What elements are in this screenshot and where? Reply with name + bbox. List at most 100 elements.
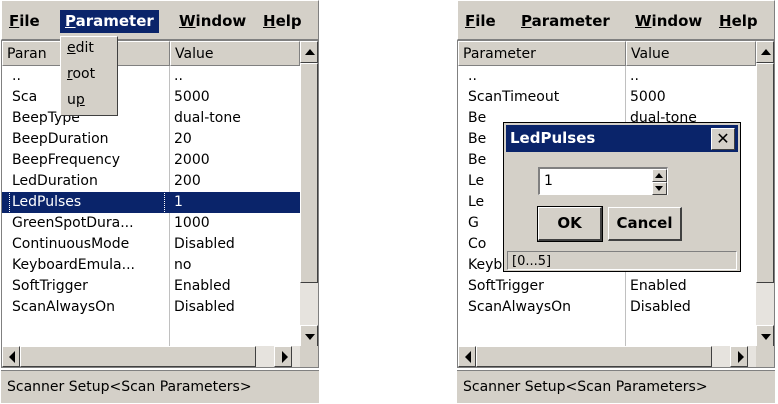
- scroll-right-button[interactable]: [730, 346, 748, 367]
- hscroll-thumb[interactable]: [20, 346, 256, 367]
- table-row[interactable]: LedDuration 200: [2, 171, 300, 192]
- parameter-list[interactable]: Paran Value .... Sca 5000 BeepType dual-to…: [1, 40, 319, 368]
- spin-down-button[interactable]: [652, 182, 667, 195]
- table-row[interactable]: Sca 5000: [2, 87, 300, 108]
- table-row[interactable]: BeepFrequency 2000: [2, 150, 300, 171]
- row-parameter: ..: [468, 68, 477, 84]
- table-row[interactable]: ScanAlwaysOn Disabled: [2, 297, 300, 318]
- row-parameter: SoftTrigger: [468, 278, 544, 294]
- table-row-selected[interactable]: LedPulses 1: [2, 191, 300, 214]
- vertical-scrollbar[interactable]: [300, 41, 318, 347]
- arrow-left-icon: [9, 351, 15, 363]
- table-row[interactable]: ScanAlwaysOn Disabled: [458, 297, 756, 318]
- table-row[interactable]: ScanTimeout 5000: [458, 87, 756, 108]
- table-row[interactable]: KeyboardEmula... no: [2, 255, 300, 276]
- arrow-up-icon: [305, 49, 315, 55]
- cancel-button-label: Cancel: [616, 214, 673, 232]
- row-parameter: LedDuration: [12, 173, 98, 189]
- spin-up-button[interactable]: [652, 169, 667, 182]
- menu-parameter-label: Parameter: [521, 12, 610, 30]
- menu-window[interactable]: Window: [630, 10, 707, 33]
- scroll-thumb[interactable]: [756, 63, 774, 283]
- table-row[interactable]: ContinuousMode Disabled: [2, 234, 300, 255]
- menu-parameter[interactable]: Parameter: [60, 10, 159, 33]
- menu-file-label: File: [9, 12, 40, 30]
- row-value: dual-tone: [174, 110, 241, 126]
- status-text: Scanner Setup<Scan Parameters>: [7, 379, 252, 395]
- row-parameter: SoftTrigger: [12, 278, 88, 294]
- scroll-thumb[interactable]: [300, 63, 318, 283]
- scroll-right-button[interactable]: [274, 346, 292, 367]
- menu-item-edit[interactable]: edit: [67, 37, 94, 59]
- menu-file[interactable]: File: [460, 10, 501, 33]
- scroll-down-button[interactable]: [300, 325, 318, 347]
- row-value: Enabled: [630, 278, 687, 294]
- row-parameter: BeepFrequency: [12, 152, 121, 168]
- close-button[interactable]: ✕: [711, 128, 735, 150]
- parameter-dropdown-menu: edit root up: [60, 36, 118, 116]
- menu-parameter[interactable]: Parameter: [516, 10, 615, 33]
- menu-item-up[interactable]: up: [67, 89, 85, 111]
- column-header-parameter-label: Parameter: [463, 46, 536, 62]
- menu-item-up-label: up: [67, 92, 85, 108]
- cancel-button[interactable]: Cancel: [608, 207, 682, 241]
- column-header-value[interactable]: Value: [170, 41, 300, 66]
- row-value: 2000: [174, 152, 210, 168]
- scroll-down-button[interactable]: [756, 325, 774, 347]
- row-value: 5000: [630, 89, 666, 105]
- row-value: Disabled: [174, 236, 235, 252]
- menu-item-root-label: root: [67, 66, 96, 82]
- horizontal-scrollbar[interactable]: [458, 346, 756, 367]
- screen-menu-open: File Parameter Window Help Paran Value .…: [0, 0, 320, 403]
- row-value: 1000: [174, 215, 210, 231]
- row-parameter: ContinuousMode: [12, 236, 130, 252]
- menu-bar: File Parameter Window Help: [457, 0, 775, 40]
- status-bar: Scanner Setup<Scan Parameters>: [457, 370, 775, 403]
- column-header-value[interactable]: Value: [626, 41, 756, 66]
- row-parameter: KeyboardEmula...: [12, 257, 135, 273]
- ok-button-label: OK: [557, 214, 582, 232]
- scroll-up-button[interactable]: [756, 41, 774, 63]
- row-parameter: ScanAlwaysOn: [12, 299, 116, 315]
- menu-help[interactable]: Help: [258, 10, 307, 33]
- table-row[interactable]: GreenSpotDura... 1000: [2, 213, 300, 234]
- close-icon: ✕: [716, 129, 730, 148]
- table-row[interactable]: ....: [2, 66, 300, 87]
- menu-file[interactable]: File: [4, 10, 45, 33]
- scroll-up-button[interactable]: [300, 41, 318, 63]
- menu-window-label: Window: [179, 12, 247, 30]
- ok-button[interactable]: OK: [537, 206, 603, 242]
- scroll-left-button[interactable]: [458, 346, 476, 367]
- table-row[interactable]: BeepType dual-tone: [2, 108, 300, 129]
- row-value: 1: [174, 194, 183, 210]
- vertical-scrollbar[interactable]: [756, 41, 774, 347]
- arrow-down-icon: [655, 186, 663, 191]
- scrollbar-corner: [756, 346, 774, 367]
- arrow-up-icon: [761, 49, 771, 55]
- menu-help[interactable]: Help: [714, 10, 763, 33]
- row-parameter: ScanTimeout: [468, 89, 560, 105]
- table-row[interactable]: SoftTrigger Enabled: [458, 276, 756, 297]
- table-row[interactable]: SoftTrigger Enabled: [2, 276, 300, 297]
- column-header-value-label: Value: [631, 46, 670, 62]
- menu-window-label: Window: [635, 12, 703, 30]
- table-row[interactable]: ....: [458, 66, 756, 87]
- row-value: ..: [630, 68, 639, 84]
- hscroll-thumb[interactable]: [476, 346, 712, 367]
- table-row[interactable]: BeepDuration 20: [2, 129, 300, 150]
- horizontal-scrollbar[interactable]: [2, 346, 300, 367]
- column-header-parameter-label: Paran: [7, 46, 47, 62]
- value-spin-input[interactable]: 1: [538, 167, 668, 195]
- dialog-title-bar: LedPulses ✕: [506, 125, 738, 152]
- range-text: [0...5]: [512, 254, 552, 269]
- column-header-parameter[interactable]: Parameter: [458, 41, 626, 66]
- row-value: 5000: [174, 89, 210, 105]
- dialog-title: LedPulses: [510, 129, 596, 147]
- scroll-left-button[interactable]: [2, 346, 20, 367]
- arrow-left-icon: [465, 351, 471, 363]
- menu-bar: File Parameter Window Help: [1, 0, 319, 40]
- menu-window[interactable]: Window: [174, 10, 251, 33]
- menu-item-root[interactable]: root: [67, 63, 95, 85]
- status-bar: Scanner Setup<Scan Parameters>: [1, 370, 319, 403]
- screen-edit-dialog: File Parameter Window Help Parameter Val…: [456, 0, 776, 403]
